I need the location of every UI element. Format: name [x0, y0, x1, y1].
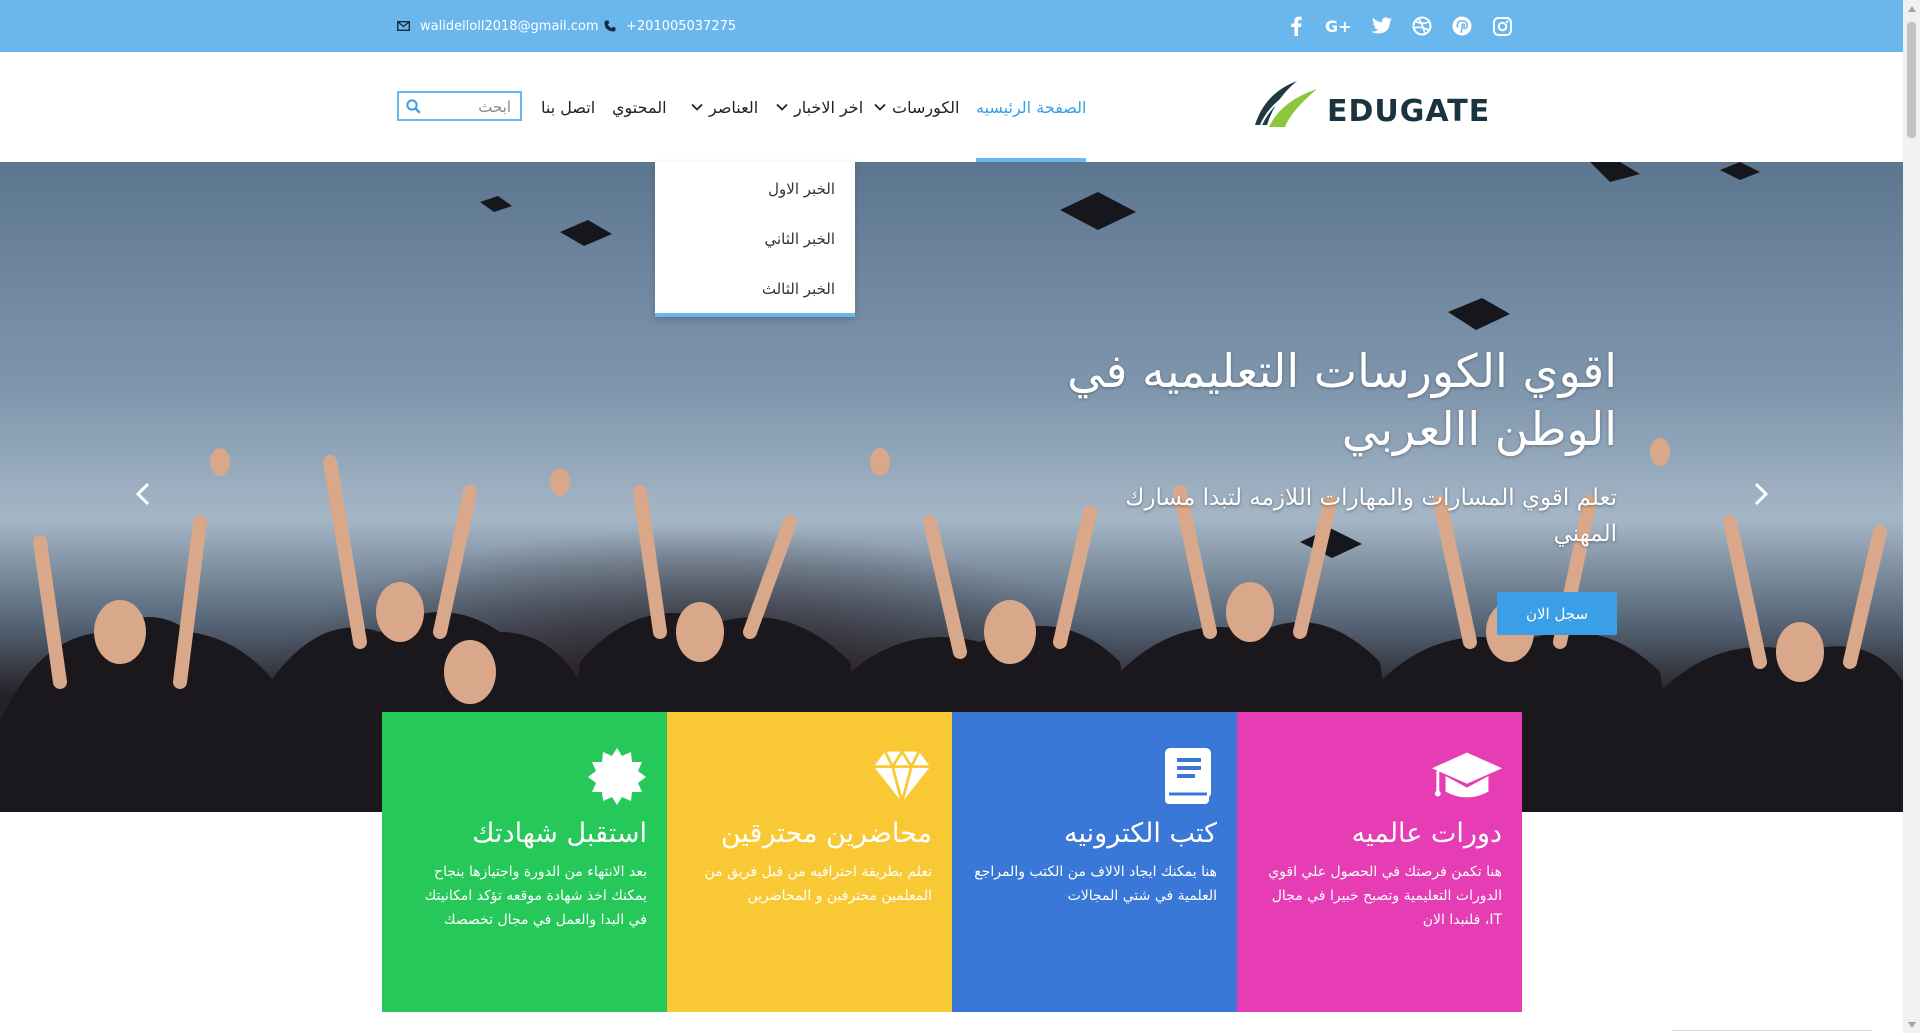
- nav-content-label: المحتوي: [612, 97, 667, 117]
- nav-home-label: الصفحة الرئيسيه: [976, 97, 1087, 117]
- search-icon[interactable]: [406, 99, 421, 114]
- hero-title: اقوي الكورسات التعليميه في الوطن االعربي: [1067, 344, 1617, 456]
- feature-title: استقبل شهادتك: [472, 818, 647, 849]
- diamond-icon: [873, 748, 931, 806]
- feature-text: بعد الانتهاء من الدورة واجتيازها بنجاح ي…: [424, 864, 647, 928]
- feature-certificate[interactable]: استقبل شهادتك بعد الانتهاء من الدورة واج…: [382, 712, 667, 1012]
- chevron-down-icon: [874, 101, 886, 113]
- certificate-icon: [588, 748, 646, 805]
- feature-title: محاضرين محترقين: [720, 818, 932, 849]
- instagram-icon[interactable]: [1491, 15, 1513, 37]
- news-dropdown-menu: الخبر الاول الخبر الثاني الخبر الثالث: [655, 162, 855, 317]
- chevron-down-icon: [691, 101, 703, 113]
- search-input[interactable]: [427, 96, 511, 118]
- google-plus-icon[interactable]: G+: [1325, 15, 1353, 37]
- scroll-down-arrow-icon[interactable]: [1903, 1016, 1920, 1033]
- logo-mark: [1255, 81, 1317, 127]
- social-links: G+: [1285, 0, 1513, 52]
- dropdown-item-news-2[interactable]: الخبر الثاني: [764, 230, 835, 252]
- phone-text: +201005037275: [626, 18, 737, 34]
- main-header: اتصل بنا المحتوي العناصر اخر الاخبار الك…: [0, 52, 1903, 162]
- dribbble-icon[interactable]: [1411, 15, 1433, 37]
- slider-prev-arrow[interactable]: [130, 474, 156, 514]
- logo[interactable]: EDUGATE: [1251, 75, 1490, 131]
- svg-text:G+: G+: [1325, 17, 1352, 35]
- envelope-icon: [397, 21, 410, 31]
- scroll-up-arrow-icon[interactable]: [1903, 0, 1920, 17]
- feature-text: تعلم بطريقة احترافيه من قبل فريق من المع…: [704, 864, 932, 904]
- nav-courses-label: الكورسات: [892, 97, 960, 117]
- nav-contact-label: اتصل بنا: [541, 97, 596, 117]
- contact-email[interactable]: walidelloll2018@gmail.com: [397, 0, 599, 52]
- chevron-down-icon: [776, 101, 788, 113]
- phone-icon: [604, 20, 616, 32]
- scrollbar-thumb[interactable]: [1907, 22, 1916, 138]
- search-box: [397, 91, 522, 121]
- feature-text: هنا تكمن فرصتك في الحصول علي اقوي الدورا…: [1268, 864, 1502, 928]
- nav-news-label: اخر الاخبار: [794, 97, 864, 117]
- feature-ebooks[interactable]: كتب الكترونيه هنا يمكنك ايجاد الالاف من …: [952, 712, 1237, 1012]
- nav-elements[interactable]: العناصر: [691, 52, 758, 162]
- facebook-icon[interactable]: [1285, 15, 1307, 37]
- nav-courses[interactable]: الكورسات: [874, 52, 960, 162]
- feature-lecturers[interactable]: محاضرين محترقين تعلم بطريقة احترافيه من …: [667, 712, 952, 1012]
- nav-contact[interactable]: اتصل بنا: [541, 52, 595, 162]
- logo-text: EDUGATE: [1327, 93, 1491, 129]
- dropdown-item-news-1[interactable]: الخبر الاول: [768, 180, 835, 202]
- email-text: walidelloll2018@gmail.com: [420, 18, 599, 34]
- nav-home[interactable]: الصفحة الرئيسيه: [976, 52, 1086, 162]
- feature-title: كتب الكترونيه: [1064, 818, 1217, 849]
- feature-global-courses[interactable]: دورات عالميه هنا تكمن فرصتك في الحصول عل…: [1237, 712, 1522, 1012]
- contact-phone[interactable]: +201005037275: [604, 0, 736, 52]
- register-now-button[interactable]: سجل الان: [1497, 592, 1617, 635]
- pinterest-icon[interactable]: [1451, 15, 1473, 37]
- hero-subtitle: تعلم اقوي المسارات والمهارات اللازمه لتب…: [1125, 485, 1617, 547]
- nav-elements-label: العناصر: [709, 97, 759, 117]
- page-scrollbar[interactable]: [1903, 0, 1920, 1033]
- page: walidelloll2018@gmail.com +201005037275 …: [0, 0, 1920, 1033]
- feature-boxes: استقبل شهادتك بعد الانتهاء من الدورة واج…: [382, 712, 1522, 1012]
- feature-text: هنا يمكنك ايجاد الالاف من الكتب والمراجع…: [974, 864, 1217, 904]
- twitter-icon[interactable]: [1371, 15, 1393, 37]
- slider-next-arrow[interactable]: [1748, 474, 1774, 514]
- top-bar: walidelloll2018@gmail.com +201005037275 …: [0, 0, 1903, 52]
- dropdown-item-news-3[interactable]: الخبر الثالث: [762, 280, 835, 302]
- nav-news[interactable]: اخر الاخبار: [776, 52, 863, 162]
- book-icon: [1165, 748, 1211, 804]
- graduation-cap-icon: [1431, 752, 1503, 798]
- feature-title: دورات عالميه: [1351, 818, 1502, 849]
- nav-content[interactable]: المحتوي: [612, 52, 667, 162]
